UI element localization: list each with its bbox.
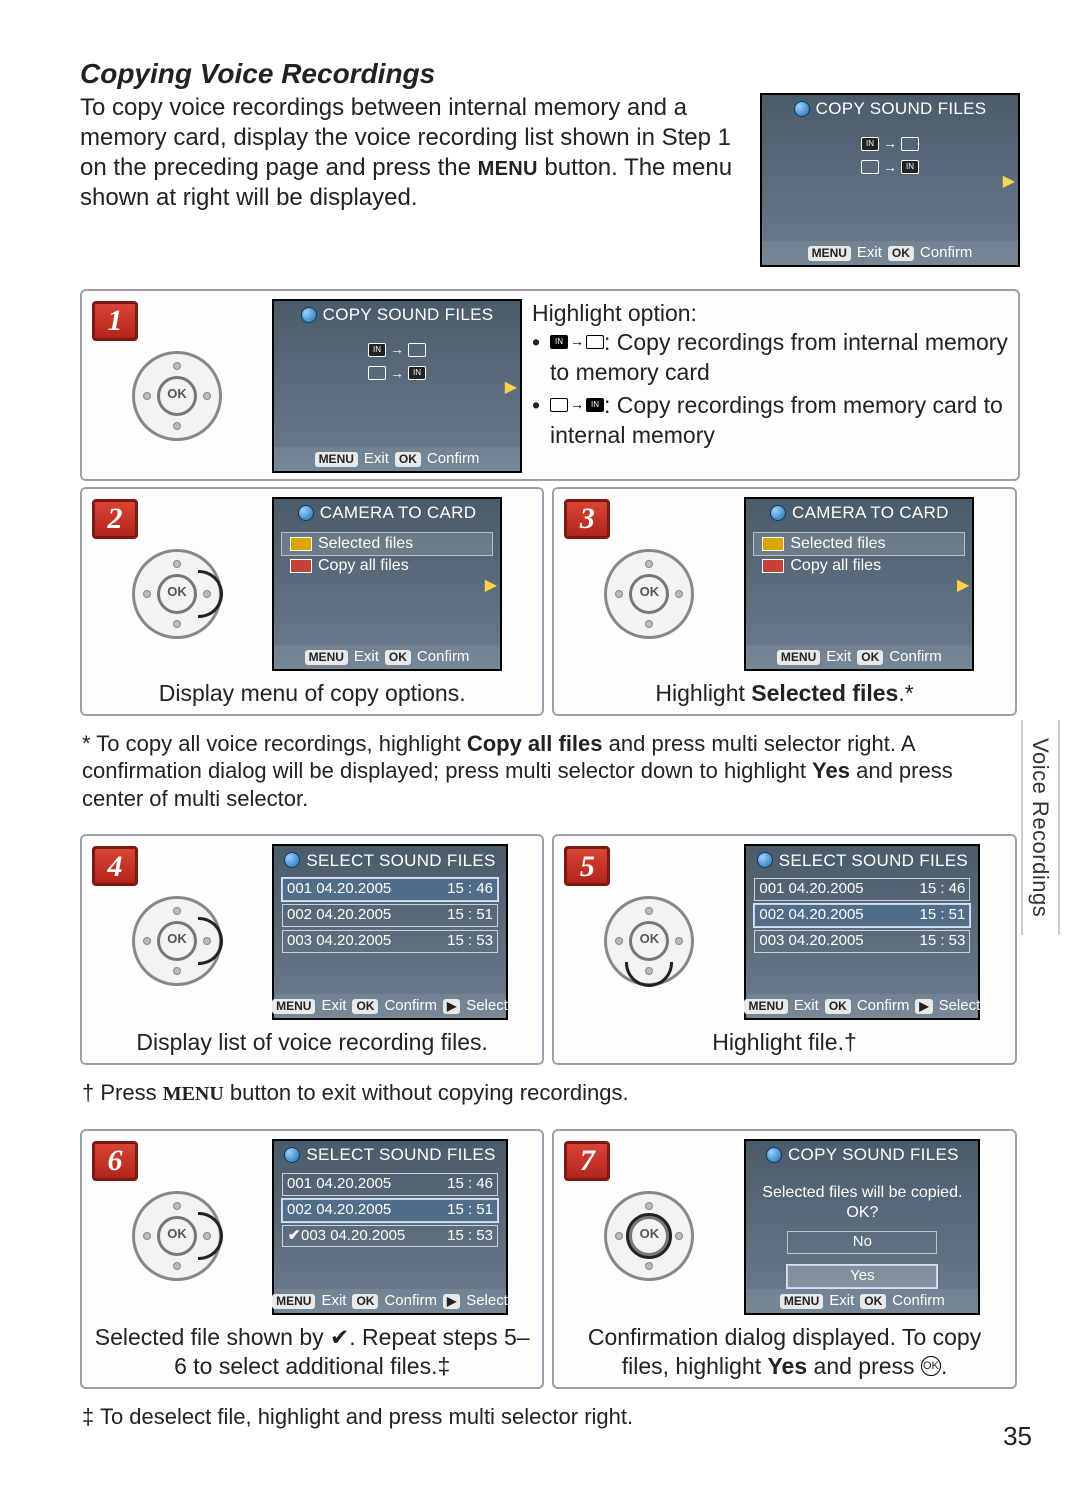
footnote-ddagger: ‡ To deselect file, highlight and press … xyxy=(82,1403,1018,1431)
intro-paragraph: To copy voice recordings between interna… xyxy=(80,93,740,267)
step-1: 1 COPY SOUND FILES → → ▶ MENUExit OKConf… xyxy=(80,289,1020,481)
step-6: 6 SELECT SOUND FILES 001 04.20.200515 : … xyxy=(80,1129,544,1389)
step-2: 2 CAMERA TO CARD Selected files Copy all… xyxy=(80,487,544,716)
step-number: 1 xyxy=(92,301,138,341)
intro-screen: COPY SOUND FILES → → ▶ MENUExit OKConfir… xyxy=(760,93,1020,267)
step-3: 3 CAMERA TO CARD Selected files Copy all… xyxy=(552,487,1016,716)
side-tab: Voice Recordings xyxy=(1021,720,1061,935)
step-7: 7 COPY SOUND FILES Selected files will b… xyxy=(552,1129,1016,1389)
footnote-dagger: † Press MENU button to exit without copy… xyxy=(82,1079,1018,1107)
step-4: 4 SELECT SOUND FILES 001 04.20.200515 : … xyxy=(80,834,544,1065)
footnote-star: * To copy all voice recordings, highligh… xyxy=(82,730,1018,813)
page-title: Copying Voice Recordings xyxy=(80,56,1020,91)
step-5: 5 SELECT SOUND FILES 001 04.20.200515 : … xyxy=(552,834,1016,1065)
page-number: 35 xyxy=(1003,1420,1032,1453)
mic-icon xyxy=(794,101,810,117)
step1-explain: Highlight option: →: Copy recordings fro… xyxy=(532,299,1008,454)
